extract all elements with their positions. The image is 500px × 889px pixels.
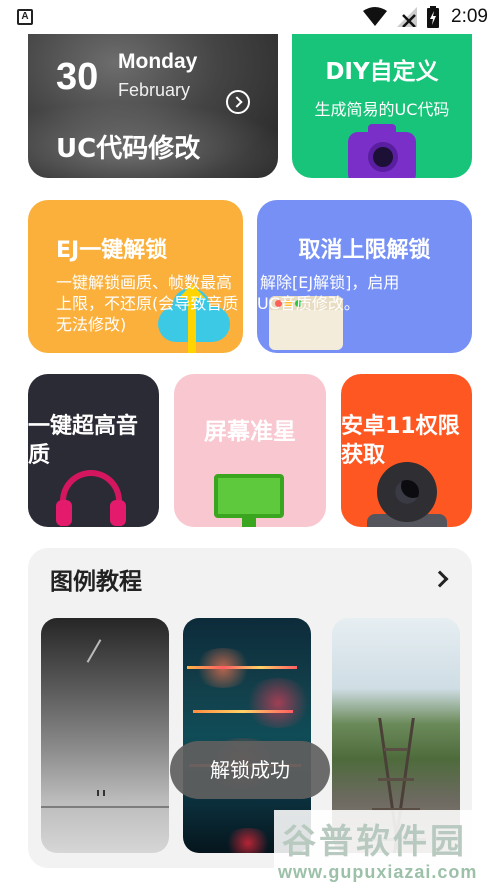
status-bar: A 2:09 [0,0,500,34]
app-notification-icon: A [17,9,33,25]
super-audio-card[interactable]: 一键超高音质 [28,374,159,527]
cancel-limit-desc-line1: 解除[EJ解锁]，启用 [260,273,400,292]
android11-permission-card[interactable]: 安卓11权限获取 [341,374,472,527]
date-month: February [118,80,191,100]
super-audio-title: 一键超高音质 [28,414,139,468]
ej-unlock-title: EJ一键解锁 [56,238,168,263]
chevron-right-icon[interactable] [226,90,250,114]
tutorial-image-1[interactable] [41,618,169,853]
watermark-text: 谷普软件园 [282,822,467,862]
camera-icon [348,124,416,178]
toast-message: 解锁成功 [170,741,330,799]
chevron-right-icon[interactable] [432,568,452,588]
monitor-icon [214,474,284,518]
monitor-stand [242,518,256,527]
watermark-url: www.gupuxiazai.com [278,862,478,882]
signal-icon [397,7,418,27]
diy-custom-card[interactable]: DIY自定义 生成简易的UC代码 [292,14,472,178]
webcam-icon [377,462,437,522]
ej-unlock-description: 一键解锁画质、帧数最高上限，不还原(会导致音质无法修改) [56,273,239,334]
cancel-limit-card[interactable]: 取消上限解锁 解除[EJ解锁]，启用 UC音质修改。 [257,200,472,353]
diy-title: DIY自定义 [325,59,439,85]
uc-code-edit-title: UC代码修改 [56,134,201,164]
screen-crosshair-card[interactable]: 屏幕准星 [174,374,326,527]
uc-code-edit-card[interactable]: 30 Monday February UC代码修改 [28,14,278,178]
ej-unlock-card[interactable]: EJ一键解锁 一键解锁画质、帧数最高上限，不还原(会导致音质无法修改) [28,200,243,353]
screen-crosshair-title: 屏幕准星 [204,419,296,445]
status-icons: 2:09 [363,4,488,30]
cancel-limit-title: 取消上限解锁 [298,238,431,263]
wifi-icon [363,7,388,26]
date-weekday: Monday [118,50,198,73]
cancel-limit-desc-line2: UC音质修改。 [257,294,360,313]
clock: 2:09 [451,6,488,27]
date-day: 30 [56,56,99,98]
tutorial-title: 图例教程 [50,569,142,595]
watermark: 谷普软件园 www.gupuxiazai.com [274,810,500,889]
battery-charging-icon [427,6,440,28]
diy-subtitle: 生成简易的UC代码 [314,100,450,119]
cancel-limit-description: 解除[EJ解锁]，启用 UC音质修改。 [257,272,457,314]
headphones-icon [56,470,126,527]
